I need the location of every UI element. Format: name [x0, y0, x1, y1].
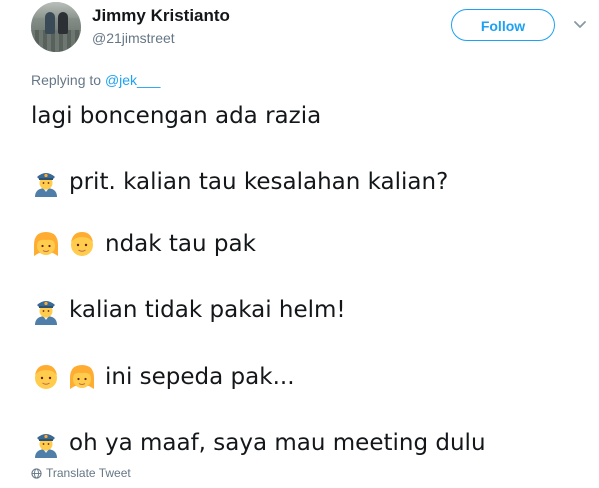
display-name[interactable]: Jimmy Kristianto	[92, 6, 230, 26]
globe-icon	[31, 467, 42, 479]
girl-face-icon	[70, 365, 94, 389]
child-face-icon	[35, 365, 57, 389]
child-face-icon	[71, 232, 93, 256]
police-officer-icon	[35, 434, 57, 458]
tweet-line-text: oh ya maaf, saya mau meeting dulu	[69, 430, 486, 456]
replying-to: Replying to @jek___	[31, 71, 160, 89]
translate-tweet-label: Translate Tweet	[46, 466, 131, 480]
tweet-line-text: ndak tau pak	[105, 231, 256, 257]
avatar-person	[45, 12, 55, 34]
screen-name[interactable]: @21jimstreet	[92, 29, 175, 47]
tweet-line-text: kalian tidak pakai helm!	[69, 297, 346, 323]
police-officer-icon	[35, 301, 57, 325]
tweet-line: kalian tidak pakai helm!	[31, 295, 346, 325]
girl-face-icon	[34, 232, 58, 256]
tweet-line-text: ini sepeda pak...	[105, 364, 295, 390]
chevron-down-icon[interactable]	[573, 20, 587, 30]
tweet-line: prit. kalian tau kesalahan kalian?	[31, 167, 448, 197]
tweet-line-text: prit. kalian tau kesalahan kalian?	[69, 169, 449, 195]
police-officer-icon	[35, 173, 57, 197]
tweet-line: lagi boncengan ada razia	[31, 101, 321, 131]
tweet-line: ini sepeda pak...	[31, 362, 295, 392]
follow-button[interactable]: Follow	[451, 9, 555, 41]
avatar-background	[31, 2, 81, 18]
tweet-line: oh ya maaf, saya mau meeting dulu	[31, 428, 486, 458]
avatar-ground	[31, 30, 81, 52]
avatar[interactable]	[31, 2, 81, 52]
avatar-person	[58, 12, 68, 34]
reply-mention-link[interactable]: @jek___	[105, 72, 160, 88]
tweet-line: ndak tau pak	[31, 229, 256, 259]
translate-tweet-link[interactable]: Translate Tweet	[31, 465, 131, 481]
replying-prefix: Replying to	[31, 72, 105, 88]
tweet-line-text: lagi boncengan ada razia	[31, 103, 322, 129]
